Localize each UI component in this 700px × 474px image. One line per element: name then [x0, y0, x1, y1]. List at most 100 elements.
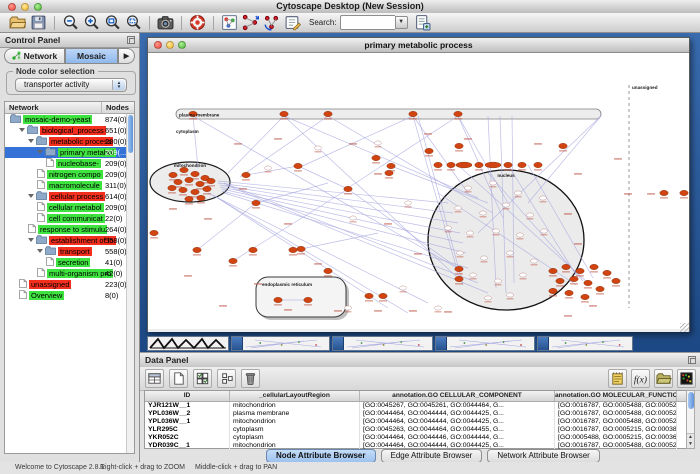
expand-arrow-icon[interactable] — [28, 238, 34, 242]
tree-row[interactable]: primary metabol209(... — [5, 147, 134, 158]
tab-network[interactable]: Network — [4, 48, 65, 64]
node-outline[interactable] — [490, 181, 497, 185]
node[interactable] — [596, 286, 604, 291]
node[interactable] — [379, 293, 387, 298]
minimized-window[interactable] — [147, 336, 229, 351]
node[interactable] — [556, 278, 564, 283]
node[interactable] — [372, 155, 380, 160]
edge[interactable] — [284, 116, 459, 279]
node-outline[interactable] — [470, 273, 477, 277]
tab-node-attribute-browser[interactable]: Node Attribute Browser — [266, 449, 376, 463]
node-outline[interactable] — [481, 256, 488, 260]
node-outline[interactable] — [517, 233, 524, 237]
camera-icon[interactable] — [157, 14, 174, 31]
node[interactable] — [169, 172, 177, 177]
tree-row[interactable]: cell communicat22(0) — [5, 213, 134, 224]
minimized-window[interactable] — [332, 336, 433, 351]
float-panel-icon[interactable] — [127, 36, 135, 44]
float-data-panel-icon[interactable] — [688, 356, 696, 364]
tab-mosaic[interactable]: Mosaic — [65, 48, 118, 64]
node[interactable] — [174, 179, 182, 184]
node[interactable] — [387, 163, 395, 168]
attribute-dropdown[interactable]: transporter activity ▲▼ — [15, 78, 127, 92]
minimized-window[interactable] — [231, 336, 330, 351]
help-icon[interactable] — [189, 14, 206, 31]
expand-arrow-icon[interactable] — [19, 128, 25, 132]
node[interactable] — [576, 268, 584, 273]
network-minimize-button[interactable] — [166, 41, 174, 49]
function-icon[interactable]: f(x) — [631, 369, 650, 388]
open-folder-icon[interactable] — [9, 14, 26, 31]
node[interactable] — [252, 200, 260, 205]
node[interactable] — [409, 111, 417, 116]
tree-scrollbar-thumb[interactable] — [128, 115, 133, 153]
node-outline[interactable] — [400, 286, 407, 290]
edge[interactable] — [284, 116, 478, 198]
node[interactable] — [280, 111, 288, 116]
zoom-out-icon[interactable] — [62, 14, 79, 31]
node[interactable] — [584, 280, 592, 285]
tree-row[interactable]: establishment of lo558(0) — [5, 235, 134, 246]
zoom-fit-icon[interactable] — [104, 14, 121, 31]
expand-arrow-icon[interactable] — [37, 249, 43, 253]
zoom-in-icon[interactable] — [83, 14, 100, 31]
node[interactable] — [191, 171, 199, 176]
node[interactable] — [434, 162, 442, 167]
node[interactable] — [274, 297, 282, 302]
table-row[interactable]: YLR295Ccytoplasm[GO:0045263, GO:0044464,… — [145, 426, 687, 434]
edge[interactable] — [298, 116, 413, 168]
node[interactable] — [475, 162, 483, 167]
tree-row[interactable]: mosaic-demo-yeast874(0) — [5, 114, 134, 125]
search-input[interactable] — [340, 15, 395, 30]
node[interactable] — [590, 264, 598, 269]
search-dropdown-button[interactable]: ▼ — [395, 16, 408, 29]
tree-row[interactable]: transport558(0) — [5, 246, 134, 257]
table-scrollbar-thumb[interactable] — [688, 392, 694, 409]
node[interactable] — [549, 288, 557, 293]
resize-grip-icon[interactable] — [680, 323, 689, 332]
layout-scale-icon[interactable] — [242, 14, 259, 31]
node[interactable] — [197, 195, 205, 200]
network-close-button[interactable] — [154, 41, 162, 49]
node-outline[interactable] — [375, 141, 382, 145]
node[interactable] — [565, 290, 573, 295]
edge[interactable] — [301, 233, 378, 249]
node[interactable] — [196, 181, 204, 186]
tree-scrollbar[interactable] — [126, 114, 134, 453]
node[interactable] — [324, 268, 332, 273]
node[interactable] — [185, 177, 193, 182]
table-column-header[interactable]: annotation.GO MOLECULAR_FUNCTION — [555, 391, 677, 401]
node[interactable] — [454, 111, 462, 116]
zoom-selected-icon[interactable] — [125, 14, 142, 31]
edge[interactable] — [197, 203, 256, 250]
matrix-view-icon[interactable] — [677, 369, 696, 388]
node-outline[interactable] — [515, 191, 522, 195]
node[interactable] — [324, 111, 332, 116]
attr-table-icon[interactable] — [145, 369, 164, 388]
tree-row[interactable]: unassigned223(0) — [5, 279, 134, 290]
edge[interactable] — [222, 191, 466, 253]
node-outline[interactable] — [541, 229, 548, 233]
node[interactable] — [242, 172, 250, 177]
minimized-window[interactable] — [435, 336, 535, 351]
node[interactable] — [534, 162, 542, 167]
tree-row[interactable]: Overview8(0) — [5, 290, 134, 301]
node-wide[interactable] — [485, 162, 501, 168]
expand-arrow-icon[interactable] — [28, 194, 34, 198]
node[interactable] — [504, 162, 512, 167]
table-row[interactable]: YPL036W__1mitochondrion[GO:0044464, GO:0… — [145, 418, 687, 426]
network-zoom-button[interactable] — [178, 41, 186, 49]
node-outline[interactable] — [527, 213, 534, 217]
node[interactable] — [191, 189, 199, 194]
annotation-icon[interactable] — [284, 14, 301, 31]
node-wide[interactable] — [456, 162, 472, 168]
node-outline[interactable] — [435, 306, 442, 310]
edge[interactable] — [218, 181, 448, 203]
plasma-membrane-region[interactable] — [176, 109, 601, 119]
node[interactable] — [179, 187, 187, 192]
tab-overflow-arrow[interactable]: ▶ — [118, 48, 135, 64]
tree-col-nodes[interactable]: Nodes — [101, 102, 129, 113]
vizmapper-icon[interactable] — [221, 14, 238, 31]
node[interactable] — [455, 266, 463, 271]
node[interactable] — [518, 162, 526, 167]
